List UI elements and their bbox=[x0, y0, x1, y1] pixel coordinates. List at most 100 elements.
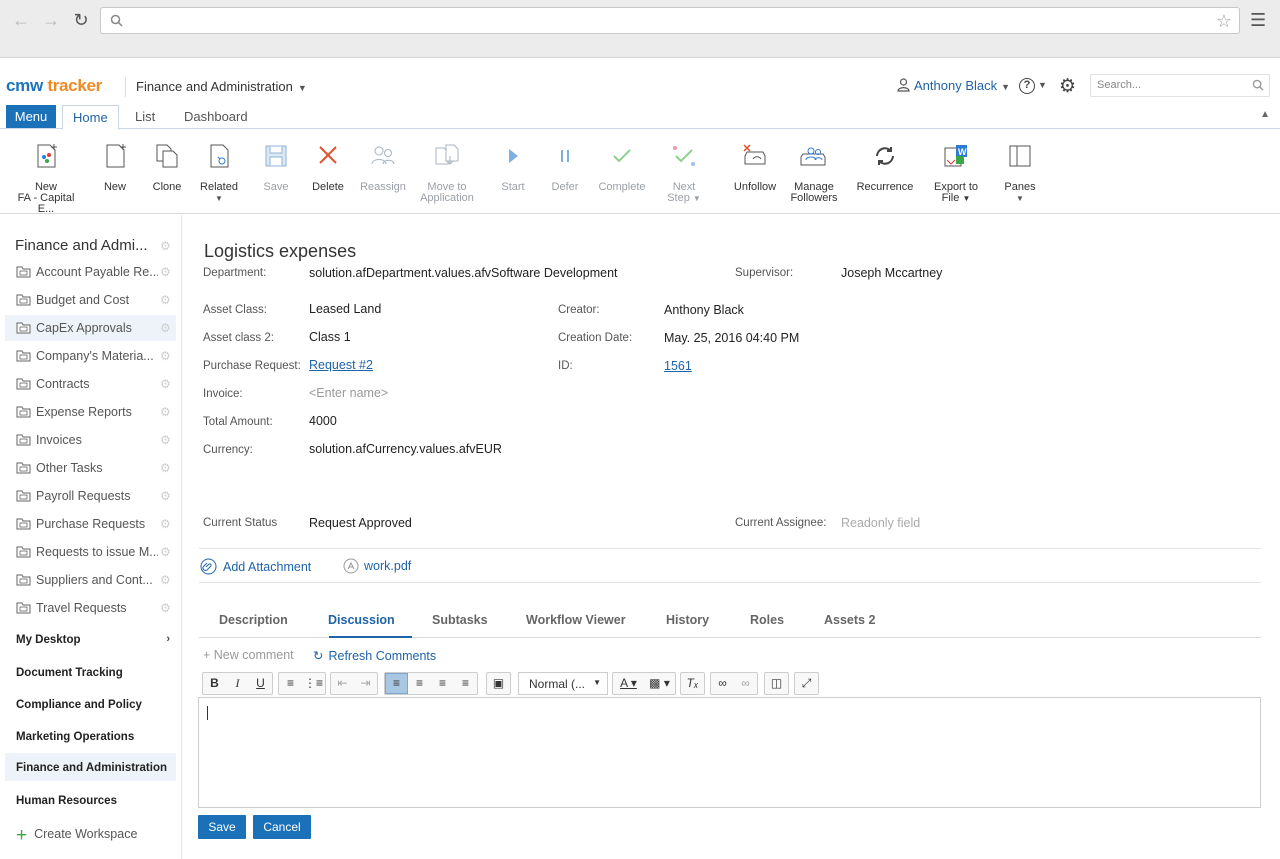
sidebar-item-capex-approvals[interactable]: CapEx Approvals ⚙ bbox=[5, 315, 176, 341]
create-workspace-button[interactable]: + Create Workspace bbox=[16, 825, 137, 847]
user-menu[interactable]: Anthony Black ▼ bbox=[897, 78, 1010, 93]
sidebar-title[interactable]: Finance and Admi... bbox=[15, 237, 148, 254]
related-button[interactable]: Related ▼ bbox=[198, 142, 240, 204]
sidebar-section-finance[interactable]: Finance and Administration bbox=[5, 753, 176, 781]
browser-menu-icon[interactable]: ☰ bbox=[1250, 10, 1266, 31]
align-right-icon[interactable]: ≡ bbox=[431, 673, 454, 694]
sidebar-item-requests-to-issue[interactable]: Requests to issue M... ⚙ bbox=[5, 539, 176, 565]
tab-home[interactable]: Home bbox=[62, 105, 119, 130]
tab-description[interactable]: Description bbox=[219, 613, 288, 627]
app-search-input[interactable]: Search... bbox=[1090, 74, 1270, 97]
bookmark-star-icon[interactable]: ☆ bbox=[1216, 11, 1232, 32]
sidebar-item-contracts[interactable]: Contracts ⚙ bbox=[5, 371, 176, 397]
supervisor-value[interactable]: Joseph Mccartney bbox=[841, 266, 942, 280]
clone-button[interactable]: Clone bbox=[150, 142, 184, 193]
reassign-button[interactable]: Reassign bbox=[360, 142, 406, 193]
menu-button[interactable]: Menu bbox=[6, 105, 56, 128]
bullet-list-icon[interactable]: ⋮≡ bbox=[302, 673, 325, 694]
tab-discussion[interactable]: Discussion bbox=[328, 613, 395, 627]
back-icon[interactable]: ← bbox=[10, 9, 32, 31]
asset-class2-value[interactable]: Class 1 bbox=[309, 330, 351, 344]
department-value[interactable]: solution.afDepartment.values.afvSoftware… bbox=[309, 266, 618, 280]
outdent-icon[interactable]: ⇤ bbox=[331, 673, 354, 694]
collapse-ribbon-icon[interactable]: ▲ bbox=[1260, 109, 1270, 120]
new-fa-capital-button[interactable]: New FA - Capital E... bbox=[8, 142, 84, 215]
app-logo[interactable]: cmw tracker bbox=[6, 76, 102, 96]
gear-icon[interactable]: ⚙ bbox=[160, 405, 171, 419]
remove-format-icon[interactable]: Tₓ bbox=[681, 673, 704, 694]
bold-icon[interactable]: B bbox=[203, 673, 226, 694]
address-bar[interactable]: ☆ bbox=[100, 7, 1240, 34]
recurrence-button[interactable]: Recurrence bbox=[854, 142, 916, 193]
tab-workflow-viewer[interactable]: Workflow Viewer bbox=[526, 613, 626, 627]
defer-button[interactable]: Defer bbox=[549, 142, 581, 193]
paragraph-format-select[interactable]: Normal (... ▼ bbox=[518, 672, 608, 695]
sidebar-item-invoices[interactable]: Invoices ⚙ bbox=[5, 427, 176, 453]
new-button[interactable]: New bbox=[100, 142, 130, 193]
workspace-selector[interactable]: Finance and Administration ▼ bbox=[136, 79, 307, 94]
sidebar-item-other-tasks[interactable]: Other Tasks ⚙ bbox=[5, 455, 176, 481]
sidebar-item-budget-and-cost[interactable]: Budget and Cost ⚙ bbox=[5, 287, 176, 313]
align-justify-icon[interactable]: ≡ bbox=[454, 673, 477, 694]
align-left-icon[interactable]: ≡ bbox=[385, 673, 408, 694]
gear-icon[interactable]: ⚙ bbox=[160, 517, 171, 531]
cancel-comment-button[interactable]: Cancel bbox=[253, 815, 311, 839]
sidebar-section-hr[interactable]: Human Resources bbox=[5, 786, 176, 814]
sidebar-item-account-payable[interactable]: Account Payable Re... ⚙ bbox=[5, 259, 176, 285]
align-center-icon[interactable]: ≡ bbox=[408, 673, 431, 694]
link-icon[interactable]: ∞ bbox=[711, 673, 734, 694]
sidebar-item-payroll-requests[interactable]: Payroll Requests ⚙ bbox=[5, 483, 176, 509]
settings-gear-icon[interactable]: ⚙ bbox=[1059, 75, 1076, 98]
gear-icon[interactable]: ⚙ bbox=[160, 377, 171, 391]
id-link[interactable]: 1561 bbox=[664, 359, 692, 373]
gear-icon[interactable]: ⚙ bbox=[160, 433, 171, 447]
unfollow-button[interactable]: Unfollow bbox=[730, 142, 780, 193]
sidebar-item-expense-reports[interactable]: Expense Reports ⚙ bbox=[5, 399, 176, 425]
unlink-icon[interactable]: ∞ bbox=[734, 673, 757, 694]
attachment-file-link[interactable]: work.pdf bbox=[343, 558, 411, 574]
asset-class-value[interactable]: Leased Land bbox=[309, 302, 381, 316]
start-button[interactable]: Start bbox=[498, 142, 528, 193]
gear-icon[interactable]: ⚙ bbox=[160, 601, 171, 615]
forward-icon[interactable]: → bbox=[40, 9, 62, 31]
sidebar-item-company-materials[interactable]: Company's Materia... ⚙ bbox=[5, 343, 176, 369]
tab-assets-2[interactable]: Assets 2 bbox=[824, 613, 875, 627]
tab-roles[interactable]: Roles bbox=[750, 613, 784, 627]
tab-history[interactable]: History bbox=[666, 613, 709, 627]
gear-icon[interactable]: ⚙ bbox=[160, 265, 171, 279]
next-step-button[interactable]: Next Step ▼ bbox=[664, 142, 704, 204]
move-to-application-button[interactable]: Move to Application bbox=[416, 142, 478, 204]
sidebar-section-document-tracking[interactable]: Document Tracking bbox=[5, 658, 176, 686]
gear-icon[interactable]: ⚙ bbox=[160, 239, 171, 253]
gear-icon[interactable]: ⚙ bbox=[160, 461, 171, 475]
gear-icon[interactable]: ⚙ bbox=[160, 349, 171, 363]
gear-icon[interactable]: ⚙ bbox=[160, 573, 171, 587]
invoice-input[interactable]: <Enter name> bbox=[309, 386, 388, 400]
reload-icon[interactable]: ↻ bbox=[70, 9, 92, 31]
search-icon[interactable] bbox=[1252, 79, 1264, 91]
sidebar-section-marketing[interactable]: Marketing Operations bbox=[5, 722, 176, 750]
gear-icon[interactable]: ⚙ bbox=[160, 321, 171, 335]
sidebar-item-purchase-requests[interactable]: Purchase Requests ⚙ bbox=[5, 511, 176, 537]
sidebar-item-suppliers-and-contracts[interactable]: Suppliers and Cont... ⚙ bbox=[5, 567, 176, 593]
tab-list[interactable]: List bbox=[125, 105, 165, 129]
text-color-icon[interactable]: A ▾ bbox=[613, 673, 644, 694]
sidebar-item-travel-requests[interactable]: Travel Requests ⚙ bbox=[5, 595, 176, 621]
manage-followers-button[interactable]: Manage Followers bbox=[788, 142, 840, 204]
purchase-request-link[interactable]: Request #2 bbox=[309, 358, 373, 372]
currency-value[interactable]: solution.afCurrency.values.afvEUR bbox=[309, 442, 502, 456]
total-amount-value[interactable]: 4000 bbox=[309, 414, 337, 428]
gear-icon[interactable]: ⚙ bbox=[160, 293, 171, 307]
sidebar-section-my-desktop[interactable]: My Desktop › bbox=[5, 625, 176, 653]
numbered-list-icon[interactable]: ≡ bbox=[279, 673, 302, 694]
save-comment-button[interactable]: Save bbox=[198, 815, 246, 839]
refresh-comments-button[interactable]: ↻ Refresh Comments bbox=[313, 648, 436, 663]
gear-icon[interactable]: ⚙ bbox=[160, 545, 171, 559]
add-attachment-button[interactable]: Add Attachment bbox=[200, 558, 311, 575]
indent-icon[interactable]: ⇥ bbox=[354, 673, 377, 694]
gear-icon[interactable]: ⚙ bbox=[160, 489, 171, 503]
help-menu[interactable]: ? ▼ bbox=[1019, 77, 1047, 94]
maximize-icon[interactable]: ⤢ bbox=[795, 673, 818, 694]
complete-button[interactable]: Complete bbox=[595, 142, 649, 193]
delete-button[interactable]: Delete bbox=[310, 142, 346, 193]
